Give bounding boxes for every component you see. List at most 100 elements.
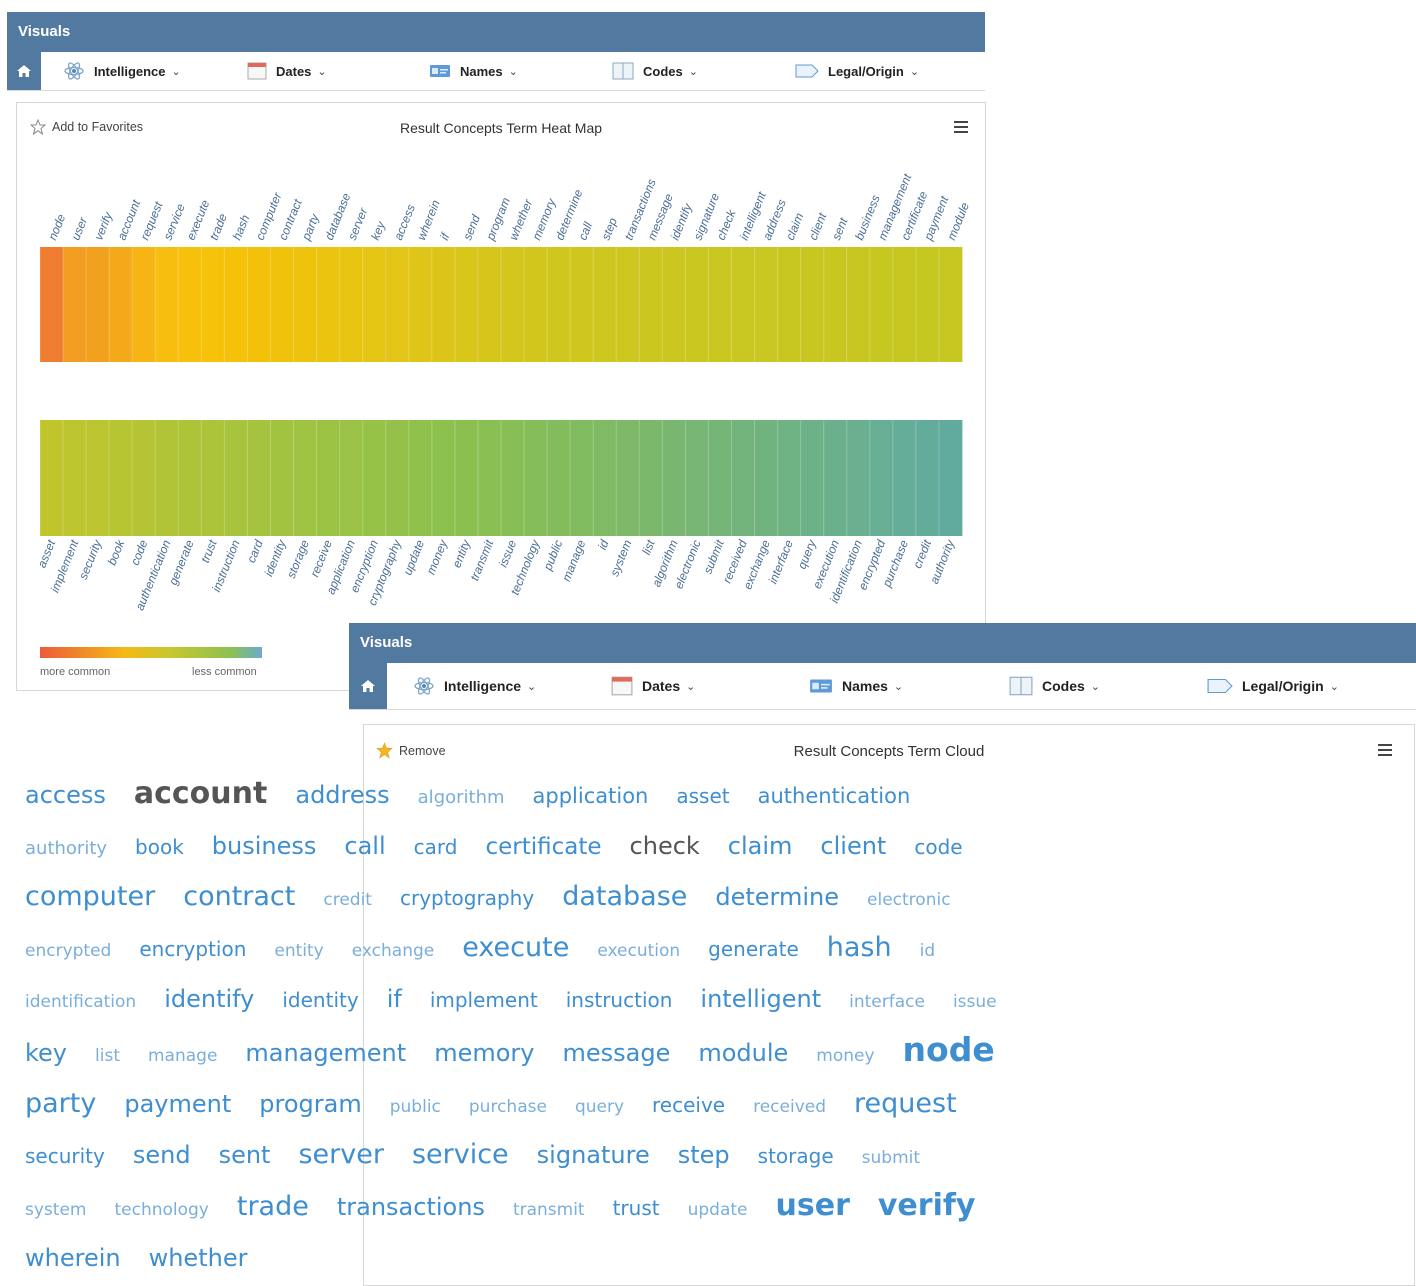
heatmap-cell[interactable]: [662, 420, 686, 536]
cloud-term[interactable]: payment: [124, 1080, 231, 1128]
heatmap-cell[interactable]: [477, 247, 502, 362]
heatmap-cell[interactable]: [823, 420, 848, 536]
heatmap-cell[interactable]: [846, 420, 871, 536]
heatmap-cell[interactable]: [800, 420, 825, 536]
heatmap-cell[interactable]: [86, 420, 110, 536]
cloud-term[interactable]: id: [920, 927, 936, 975]
cloud-term[interactable]: key: [25, 1029, 67, 1077]
cloud-term[interactable]: public: [390, 1083, 441, 1131]
heatmap-cell[interactable]: [270, 420, 294, 536]
cloud-term[interactable]: signature: [537, 1131, 650, 1179]
cloud-term[interactable]: trade: [237, 1183, 309, 1231]
cloud-term[interactable]: encrypted: [25, 927, 111, 975]
heatmap-cell[interactable]: [915, 420, 940, 536]
cloud-term[interactable]: sent: [219, 1131, 271, 1179]
cloud-term[interactable]: wherein: [25, 1234, 121, 1282]
home-button[interactable]: [349, 663, 387, 709]
cloud-term[interactable]: encryption: [139, 925, 246, 973]
heatmap-cell[interactable]: [178, 247, 202, 362]
cloud-term[interactable]: purchase: [469, 1083, 547, 1131]
heatmap-cell[interactable]: [63, 420, 87, 536]
cloud-term[interactable]: card: [414, 823, 458, 871]
cloud-term[interactable]: address: [295, 771, 389, 819]
heatmap-cell[interactable]: [823, 247, 848, 362]
heatmap-cell[interactable]: [362, 420, 387, 536]
heatmap-cell[interactable]: [224, 420, 248, 536]
cloud-term[interactable]: security: [25, 1132, 105, 1180]
cloud-term[interactable]: request: [854, 1080, 957, 1128]
cloud-term[interactable]: cryptography: [400, 874, 534, 922]
cloud-term[interactable]: entity: [274, 927, 323, 975]
heatmap-cell[interactable]: [408, 420, 433, 536]
cloud-term[interactable]: business: [212, 822, 317, 870]
heatmap-cell[interactable]: [685, 247, 709, 362]
heatmap-cell[interactable]: [938, 420, 963, 536]
heatmap-cell[interactable]: [385, 247, 410, 362]
nav-dates[interactable]: Dates ⌄: [611, 663, 695, 709]
cloud-term[interactable]: check: [630, 822, 700, 870]
heatmap-cell[interactable]: [293, 247, 317, 362]
heatmap-cell[interactable]: [293, 420, 317, 536]
cloud-term[interactable]: code: [914, 823, 962, 871]
heatmap-cell[interactable]: [547, 420, 571, 536]
heatmap-cell[interactable]: [501, 420, 525, 536]
cloud-term[interactable]: algorithm: [418, 774, 505, 822]
cloud-term[interactable]: system: [25, 1186, 86, 1234]
heatmap-cell[interactable]: [316, 247, 341, 362]
cloud-term[interactable]: storage: [758, 1132, 834, 1180]
cloud-term[interactable]: access: [25, 771, 106, 819]
heatmap-cell[interactable]: [639, 420, 663, 536]
cloud-term[interactable]: receive: [652, 1081, 725, 1129]
heatmap-cell[interactable]: [155, 420, 179, 536]
heatmap-cell[interactable]: [501, 247, 525, 362]
nav-legal-origin[interactable]: Legal/Origin ⌄: [1207, 663, 1339, 709]
heatmap-cell[interactable]: [915, 247, 940, 362]
heatmap-cell[interactable]: [639, 247, 663, 362]
heatmap-cell[interactable]: [524, 247, 548, 362]
heatmap-cell[interactable]: [316, 420, 341, 536]
heatmap-cell[interactable]: [708, 247, 732, 362]
heatmap-cell[interactable]: [731, 420, 755, 536]
cloud-term[interactable]: execution: [597, 927, 680, 975]
heatmap-cell[interactable]: [708, 420, 732, 536]
cloud-term[interactable]: memory: [434, 1029, 534, 1077]
heatmap-cell[interactable]: [339, 247, 364, 362]
heatmap-cell[interactable]: [593, 247, 617, 362]
heatmap-cell[interactable]: [86, 247, 110, 362]
cloud-term[interactable]: program: [259, 1080, 361, 1128]
cloud-term[interactable]: transmit: [513, 1186, 585, 1234]
cloud-term[interactable]: whether: [149, 1234, 248, 1282]
heatmap-cell[interactable]: [339, 420, 364, 536]
heatmap-cell[interactable]: [40, 420, 64, 536]
heatmap-cell[interactable]: [777, 247, 802, 362]
heatmap-cell[interactable]: [247, 420, 271, 536]
heatmap-cell[interactable]: [178, 420, 202, 536]
heatmap-cell[interactable]: [431, 420, 456, 536]
heatmap-cell[interactable]: [570, 247, 594, 362]
cloud-term[interactable]: certificate: [485, 823, 601, 871]
menu-icon[interactable]: [1378, 744, 1392, 759]
heatmap-cell[interactable]: [431, 247, 456, 362]
cloud-term[interactable]: money: [816, 1032, 874, 1080]
cloud-term[interactable]: server: [298, 1131, 383, 1179]
cloud-term[interactable]: claim: [728, 822, 793, 870]
cloud-term[interactable]: call: [344, 822, 385, 870]
heatmap-cell[interactable]: [454, 247, 479, 362]
cloud-term[interactable]: transactions: [337, 1183, 485, 1231]
nav-codes[interactable]: Codes ⌄: [1009, 663, 1100, 709]
cloud-term[interactable]: interface: [849, 978, 925, 1026]
cloud-term[interactable]: contract: [183, 873, 295, 921]
cloud-term[interactable]: generate: [708, 925, 799, 973]
heatmap-cell[interactable]: [201, 420, 225, 536]
heatmap-cell[interactable]: [685, 420, 709, 536]
heatmap-cell[interactable]: [454, 420, 479, 536]
cloud-term[interactable]: query: [575, 1083, 624, 1131]
cloud-term[interactable]: execute: [462, 924, 569, 972]
cloud-term[interactable]: if: [387, 975, 402, 1023]
cloud-term[interactable]: step: [678, 1131, 730, 1179]
heatmap-cell[interactable]: [869, 247, 894, 362]
cloud-term[interactable]: identify: [164, 975, 254, 1023]
cloud-term[interactable]: client: [820, 822, 886, 870]
cloud-term[interactable]: asset: [676, 772, 729, 820]
cloud-term[interactable]: determine: [715, 873, 839, 921]
